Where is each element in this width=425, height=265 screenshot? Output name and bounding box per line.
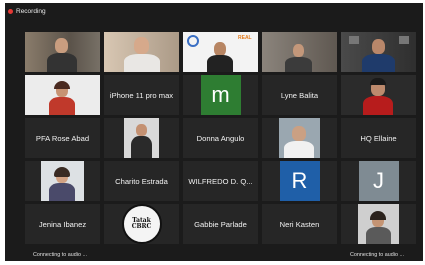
participant-video (262, 118, 337, 158)
participant-video (341, 204, 416, 244)
participant-tile[interactable] (25, 75, 100, 115)
participant-tile[interactable] (262, 118, 337, 158)
participant-tile[interactable] (341, 204, 416, 244)
participant-tile[interactable]: PFA Rose Abad (25, 118, 100, 158)
participant-video (25, 75, 100, 115)
participant-video (104, 118, 179, 158)
participant-video (104, 32, 179, 72)
participant-video (25, 161, 100, 201)
avatar: R (279, 161, 320, 201)
participant-tile[interactable] (262, 32, 337, 72)
overlay-text: REAL (238, 35, 252, 41)
participant-video (341, 32, 416, 72)
participant-grid: REAL iPhone 11 pro max m Lyne Balita PFA… (25, 32, 416, 244)
participant-name: Donna Angulo (196, 133, 245, 143)
record-icon (8, 8, 13, 14)
audio-status: Connecting to audio ... (33, 252, 87, 258)
participant-tile[interactable]: J (341, 161, 416, 201)
participant-tile[interactable] (104, 32, 179, 72)
participant-tile[interactable]: Gabbie Parlade (183, 204, 258, 244)
participant-name: Gabbie Parlade (194, 219, 247, 229)
participant-tile[interactable] (341, 32, 416, 72)
meeting-window: Recording REAL iPhone 11 pro max m Lyne … (5, 3, 423, 261)
participant-name: HQ Ellaine (360, 133, 397, 143)
avatar: J (358, 161, 399, 201)
participant-tile[interactable]: R (262, 161, 337, 201)
logo-text: Tatak CBRC (131, 217, 152, 230)
participant-tile[interactable] (104, 118, 179, 158)
participant-tile[interactable] (25, 161, 100, 201)
participant-video (25, 32, 100, 72)
participant-name: iPhone 11 pro max (109, 90, 174, 100)
participant-name: WILFREDO D. Q... (188, 176, 253, 186)
participant-video (262, 32, 337, 72)
participant-tile[interactable]: iPhone 11 pro max (104, 75, 179, 115)
logo-icon: Tatak CBRC (121, 204, 162, 244)
participant-tile[interactable]: Lyne Balita (262, 75, 337, 115)
participant-name: Lyne Balita (280, 90, 319, 100)
participant-tile[interactable]: Donna Angulo (183, 118, 258, 158)
participant-tile[interactable]: Tatak CBRC (104, 204, 179, 244)
participant-name: PFA Rose Abad (35, 133, 90, 143)
participant-tile[interactable]: Charito Estrada (104, 161, 179, 201)
participant-video (341, 75, 416, 115)
recording-label: Recording (16, 7, 46, 15)
participant-tile[interactable]: REAL (183, 32, 258, 72)
avatar: m (200, 75, 241, 115)
participant-tile[interactable]: HQ Ellaine (341, 118, 416, 158)
participant-name: Jenina Ibanez (38, 219, 87, 229)
participant-tile[interactable] (341, 75, 416, 115)
participant-tile[interactable] (25, 32, 100, 72)
participant-name: Charito Estrada (115, 176, 168, 186)
participant-tile[interactable]: Jenina Ibanez (25, 204, 100, 244)
logo-icon (187, 35, 199, 47)
participant-tile[interactable]: WILFREDO D. Q... (183, 161, 258, 201)
participant-tile[interactable]: Neri Kasten (262, 204, 337, 244)
participant-video: REAL (183, 32, 258, 72)
audio-status: Connecting to audio ... (350, 252, 404, 258)
recording-indicator[interactable]: Recording (8, 6, 46, 16)
participant-name: Neri Kasten (279, 219, 320, 229)
participant-tile[interactable]: m (183, 75, 258, 115)
